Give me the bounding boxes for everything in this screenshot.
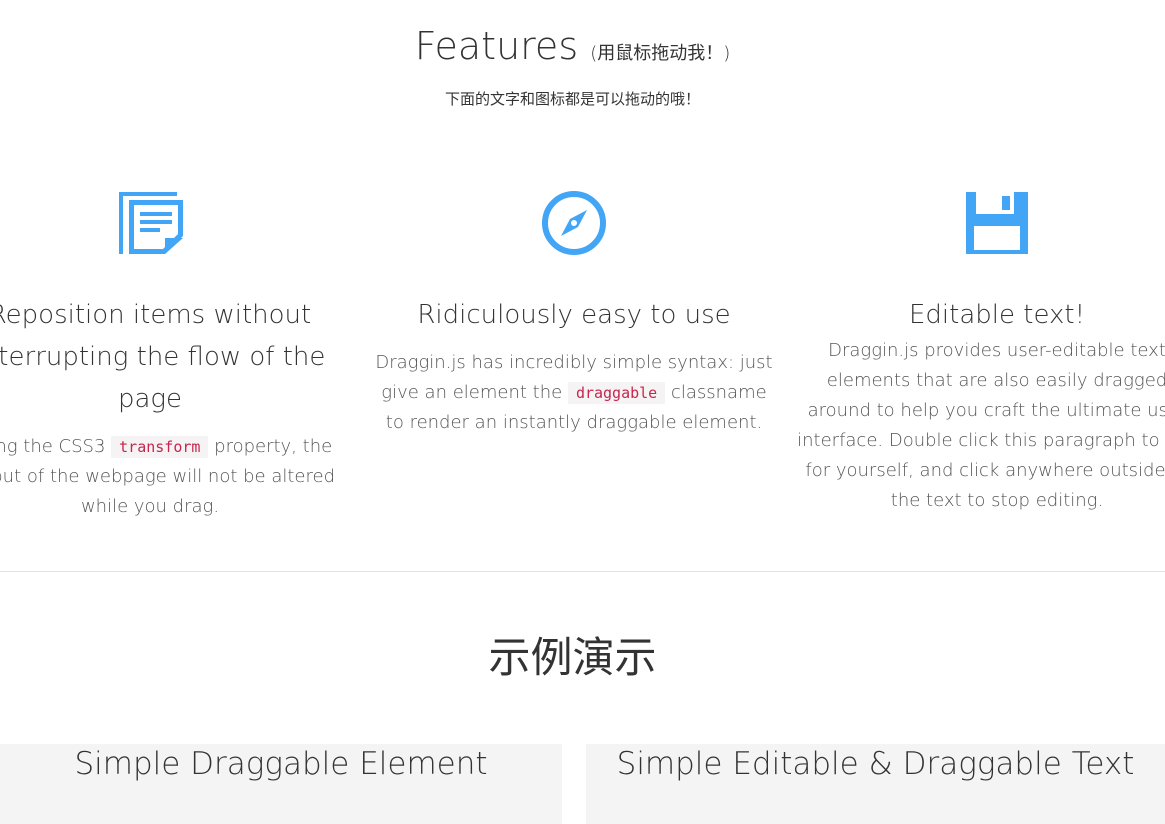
feature-easy: Ridiculously easy to use Draggin.js has … <box>374 180 774 438</box>
document-icon[interactable] <box>115 188 185 258</box>
feature-heading[interactable]: Reposition items without interrupting th… <box>0 294 350 420</box>
feature-editable: Editable text! Draggin.js provides user-… <box>797 180 1165 516</box>
features-title[interactable]: Features (用鼠标拖动我！) <box>0 24 1145 68</box>
demo-box-draggable: Simple Draggable Element <box>0 744 562 824</box>
feature-heading[interactable]: Editable text! <box>797 294 1165 336</box>
code-snippet: transform <box>111 436 209 458</box>
features-title-hint: (用鼠标拖动我！) <box>590 43 731 64</box>
section-divider <box>0 571 1165 572</box>
demo-heading[interactable]: Simple Draggable Element <box>0 746 562 782</box>
compass-icon[interactable] <box>539 188 609 258</box>
demo-heading[interactable]: Simple Editable & Draggable Text <box>586 746 1165 782</box>
feature-text[interactable]: Using the CSS3 transform property, the l… <box>0 432 350 522</box>
demo-box-editable: Simple Editable & Draggable Text <box>586 744 1165 824</box>
feature-text[interactable]: Draggin.js has incredibly simple syntax:… <box>374 348 774 438</box>
code-snippet: draggable <box>567 382 666 404</box>
features-subtitle[interactable]: 下面的文字和图标都是可以拖动的哦！ <box>0 88 1145 109</box>
editable-paragraph[interactable]: Draggin.js provides user-editable text e… <box>797 336 1165 516</box>
floppy-disk-icon[interactable] <box>962 188 1032 258</box>
feature-text-before: Using the CSS3 <box>0 436 106 457</box>
features-title-text: Features <box>414 24 579 68</box>
demo-title: 示例演示 <box>488 633 657 682</box>
feature-reposition: Reposition items without interrupting th… <box>0 180 350 522</box>
feature-heading[interactable]: Ridiculously easy to use <box>374 294 774 336</box>
